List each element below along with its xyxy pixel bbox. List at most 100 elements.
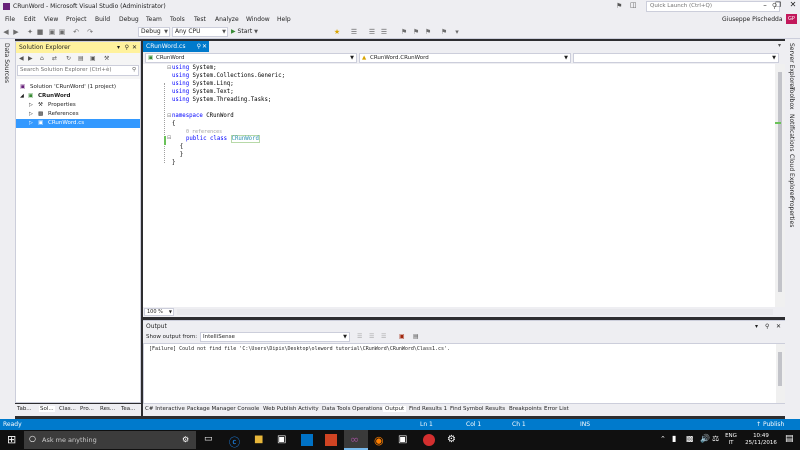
platform-dropdown[interactable]: Any CPU ▼ — [172, 27, 228, 37]
redo-icon[interactable]: ↷ — [86, 28, 94, 36]
windows-start-icon[interactable]: ⊞ — [7, 434, 18, 445]
back-icon[interactable]: ◀ — [2, 28, 10, 36]
action-icon[interactable]: ⚖ — [712, 434, 719, 443]
codelens-references[interactable]: 0 references — [186, 129, 222, 136]
menu-analyze[interactable]: Analyze — [215, 16, 239, 23]
attach-icon[interactable]: ★ — [333, 28, 341, 36]
new-project-icon[interactable]: ✦ — [26, 28, 34, 36]
close-icon[interactable]: ✕ — [132, 42, 137, 53]
menu-view[interactable]: View — [44, 16, 58, 23]
tab-resource-view[interactable]: Res... — [100, 406, 115, 412]
collapse-toggle-icon[interactable]: ⊟ — [167, 113, 171, 119]
code-editor[interactable]: ⊟ ⊟ ⊟ using System; using System.Collect… — [143, 64, 785, 307]
tab-find-symbol-results[interactable]: Find Symbol Results — [450, 406, 505, 412]
output-text-area[interactable]: [Failure] Could not find file 'C:\Users\… — [143, 343, 785, 404]
previous-message-icon[interactable]: ☰ — [369, 333, 374, 340]
bookmark-prev-icon[interactable]: ⚑ — [424, 28, 432, 36]
show-hidden-icons[interactable]: ⌃ — [660, 435, 666, 443]
clear-bookmarks-icon[interactable]: ⚑ — [440, 28, 448, 36]
class-nav-dropdown[interactable]: ▲ CRunWord.CRunWord ▼ — [359, 53, 571, 63]
tab-web-publish-activity[interactable]: Web Publish Activity — [263, 406, 319, 412]
cloud-explorer-tab[interactable]: Cloud Explorer — [788, 154, 795, 198]
word-wrap-icon[interactable]: ▤ — [413, 333, 419, 340]
tree-item-references[interactable]: ▷ ▩ References — [16, 110, 140, 119]
menu-project[interactable]: Project — [66, 16, 87, 23]
store-icon[interactable]: ▣ — [277, 434, 289, 446]
tab-output[interactable]: Output — [383, 406, 407, 412]
menu-tools[interactable]: Tools — [170, 16, 185, 23]
editor-horizontal-scrollbar[interactable] — [177, 309, 773, 315]
menu-team[interactable]: Team — [146, 16, 162, 23]
rx-app-icon[interactable] — [423, 434, 435, 446]
restore-button[interactable]: ❐ — [773, 1, 783, 9]
open-file-icon[interactable]: ■ — [36, 28, 44, 36]
references-count[interactable]: 0 references — [186, 129, 222, 135]
next-message-icon[interactable]: ☰ — [381, 333, 386, 340]
undo-icon[interactable]: ↶ — [72, 28, 80, 36]
publish-button[interactable]: ↑ Publish — [756, 419, 784, 430]
user-name[interactable]: Giuseppe Pischedda — [722, 16, 783, 23]
language-indicator[interactable]: ENG IT — [722, 433, 740, 447]
tab-class-view[interactable]: Clas... — [59, 406, 76, 412]
tab-data-tools-operations[interactable]: Data Tools Operations — [322, 406, 382, 412]
server-explorer-tab[interactable]: Server Explorer — [788, 43, 795, 90]
task-view-icon[interactable]: ▭ — [204, 434, 216, 446]
forward-icon[interactable]: ▶ — [12, 28, 20, 36]
properties-icon[interactable]: ⚒ — [104, 55, 109, 62]
output-vertical-scrollbar[interactable] — [776, 344, 785, 403]
tree-item-project[interactable]: ◢ ▣ CRunWord — [16, 92, 140, 101]
tab-csharp-interactive[interactable]: C# Interactive — [145, 406, 185, 412]
solution-explorer-search[interactable]: Search Solution Explorer (Ctrl+è) ⚲ — [17, 65, 139, 76]
config-dropdown[interactable]: Debug ▼ — [138, 27, 170, 37]
properties-tab[interactable]: Properties — [788, 197, 795, 227]
forward-icon[interactable]: ▶ — [28, 55, 33, 62]
bookmark-next-icon[interactable]: ⚑ — [412, 28, 420, 36]
tab-find-results-1[interactable]: Find Results 1 — [409, 406, 447, 412]
tree-item-solution[interactable]: ▣ Solution 'CRunWord' (1 project) — [16, 83, 140, 92]
collapse-toggle-icon[interactable]: ⊟ — [167, 65, 171, 71]
scrollbar-thumb[interactable] — [778, 72, 782, 292]
menu-build[interactable]: Build — [95, 16, 110, 23]
tab-toolbox[interactable]: Tab... — [17, 406, 32, 412]
firefox-icon[interactable]: ◉ — [374, 434, 386, 447]
avatar[interactable]: GP — [786, 14, 797, 24]
toolbar-overflow-icon[interactable]: ▾ — [453, 28, 461, 36]
comment-icon[interactable]: ☰ — [368, 28, 376, 36]
collapse-icon[interactable]: ▤ — [78, 55, 84, 62]
file-explorer-icon[interactable]: ■ — [254, 434, 266, 446]
sync-icon[interactable]: ⇄ — [52, 55, 57, 62]
battery-icon[interactable]: ▮ — [672, 434, 676, 443]
menu-edit[interactable]: Edit — [24, 16, 36, 23]
dropdown-icon[interactable]: ▾ — [117, 42, 120, 53]
pin-icon[interactable]: ⚲ — [125, 42, 129, 53]
clock[interactable]: 10:49 25/11/2016 — [741, 433, 781, 447]
editor-vertical-scrollbar[interactable] — [775, 64, 785, 307]
app-icon[interactable]: ⚙ — [447, 434, 459, 446]
show-all-files-icon[interactable]: ▣ — [90, 55, 96, 62]
minimize-button[interactable]: – — [760, 1, 770, 9]
save-icon[interactable]: ▣ — [48, 28, 56, 36]
menu-file[interactable]: File — [5, 16, 15, 23]
member-nav-dropdown[interactable]: ▼ — [573, 53, 779, 63]
find-message-icon[interactable]: ☰ — [357, 333, 362, 340]
edge-icon[interactable]: ⓒ — [229, 434, 241, 449]
powerpoint-icon[interactable] — [325, 434, 337, 446]
toolbox-tab[interactable]: Toolbox — [788, 87, 795, 110]
data-sources-tab[interactable]: Data Sources — [3, 43, 10, 83]
clear-all-icon[interactable]: ▣ — [399, 333, 405, 340]
start-button[interactable]: ▶ Start ▼ — [231, 28, 258, 35]
menu-help[interactable]: Help — [277, 16, 291, 23]
menu-debug[interactable]: Debug — [119, 16, 139, 23]
tab-solution-explorer[interactable]: Sol... — [39, 406, 55, 412]
scrollbar-thumb[interactable] — [778, 352, 782, 386]
app-icon[interactable]: ▣ — [398, 434, 410, 446]
close-icon[interactable]: ✕ — [202, 41, 207, 52]
outlook-icon[interactable] — [301, 434, 313, 446]
tree-item-properties[interactable]: ▷ ⚒ Properties — [16, 101, 140, 110]
editor-tab-crunword-cs[interactable]: CRunWord.cs ⚲ ✕ — [143, 41, 209, 52]
visual-studio-taskbar-button[interactable]: ∞ — [344, 430, 368, 450]
tab-property-manager[interactable]: Pro... — [80, 406, 94, 412]
tab-team-explorer[interactable]: Tea... — [121, 406, 135, 412]
notifications-icon[interactable]: ▤ — [785, 434, 794, 444]
find-icon[interactable]: ☰ — [350, 28, 358, 36]
